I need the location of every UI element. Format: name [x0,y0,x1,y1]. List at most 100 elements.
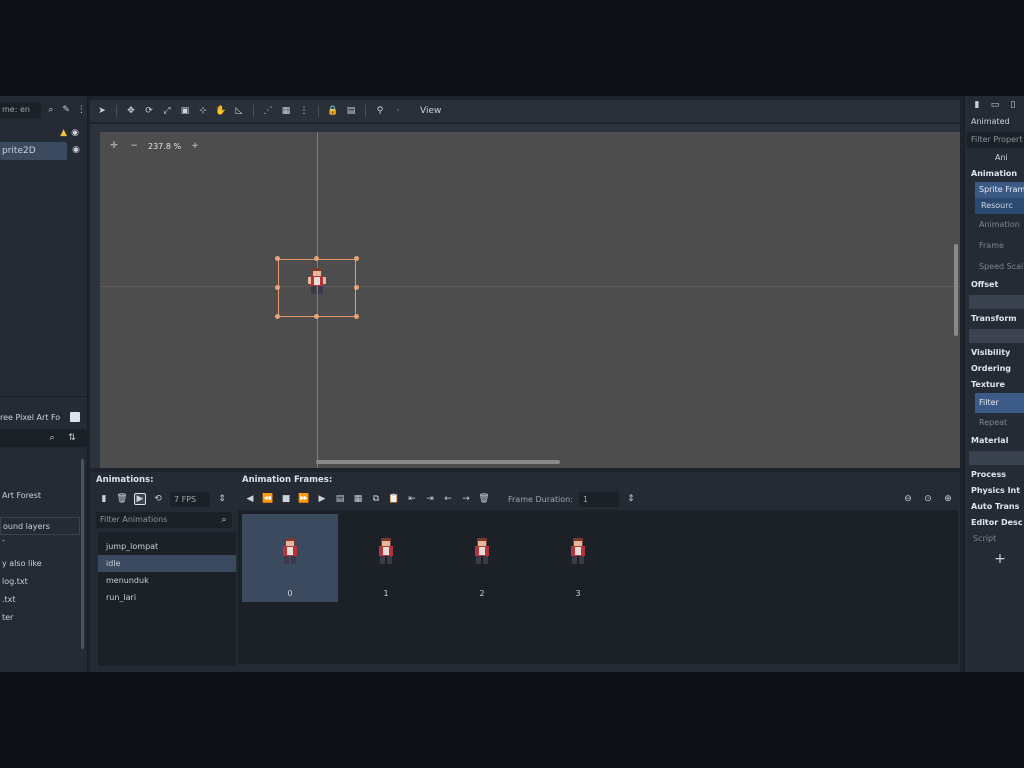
scene-tree-node-animatedsprite2d[interactable]: prite2D [0,142,67,160]
eye-icon[interactable]: ◉ [70,144,82,156]
inspector-section[interactable]: Animation [965,166,1024,182]
animation-item-selected[interactable]: idle [98,555,236,572]
move-right-icon[interactable]: → [460,493,472,505]
new-resource-icon[interactable]: ▮ [971,99,983,111]
play-icon[interactable]: ⏩ [298,493,310,505]
scale-tool-icon[interactable]: ⤢ [161,105,173,117]
inspector-section[interactable]: Process [965,467,1024,483]
animation-filter-input[interactable]: Filter Animations ⌕ [96,512,232,528]
lock-icon[interactable]: 🔒 [327,105,339,117]
inspector-node-label[interactable]: Animated [965,114,1024,130]
inspector-section[interactable]: Editor Desc [965,515,1024,531]
warning-icon[interactable]: ▲ [60,128,67,138]
resize-handle[interactable] [354,314,359,319]
inspector-property[interactable]: Filter [975,393,1024,413]
delete-frame-icon[interactable]: 🗑 [478,493,490,505]
frame-thumbnail[interactable]: 2 [434,514,530,602]
resize-handle[interactable] [275,256,280,261]
more-icon[interactable]: ⋮ [298,105,310,117]
expand-icon[interactable]: ✛ [108,140,120,152]
move-tool-icon[interactable]: ✥ [125,105,137,117]
select-tool-icon[interactable]: ➤ [96,105,108,117]
autoplay-icon[interactable]: ▶ [134,493,146,505]
inspector-property[interactable]: Frame [965,235,1024,256]
inspector-filter-input[interactable]: Filter Propert [967,132,1024,148]
frame-thumbnail-selected[interactable]: 0 [242,514,338,602]
zoom-reset-icon[interactable]: ⊙ [922,493,934,505]
filesystem-item[interactable]: - [0,535,88,547]
pivot-tool-icon[interactable]: ⊹ [197,105,209,117]
paste-icon[interactable]: 📋 [388,493,400,505]
animation-item[interactable]: menunduk [98,572,236,589]
load-sheet-icon[interactable]: ▦ [352,493,364,505]
inspector-subsection[interactable]: Resourc [975,198,1024,214]
save-icon[interactable]: ▯ [1007,99,1019,111]
view-menu[interactable]: View [420,106,441,116]
resize-handle[interactable] [275,285,280,290]
zoom-level-label[interactable]: 237.8 % [148,142,181,151]
search-icon[interactable]: ⌕ [46,432,58,444]
inspector-property[interactable]: Speed Scal [965,256,1024,277]
frame-thumbnail[interactable]: 3 [530,514,626,602]
menu-dots-icon[interactable]: ⋮ [76,104,87,116]
character-sprite[interactable] [304,264,330,298]
filesystem-scrollbar[interactable] [81,459,84,649]
inspector-property[interactable]: Sprite Fram [975,182,1024,198]
loop-icon[interactable]: ⟲ [152,493,164,505]
insert-after-icon[interactable]: ⇥ [424,493,436,505]
resize-handle[interactable] [354,256,359,261]
inspector-section[interactable]: Visibility [965,345,1024,361]
zoom-in-button[interactable]: + [189,140,201,152]
script-icon[interactable]: ✎ [61,104,72,116]
spinner-icon[interactable]: ⇕ [216,493,228,505]
inspector-section[interactable]: Auto Trans [965,499,1024,515]
zoom-out-button[interactable]: − [128,140,140,152]
play-backwards-from-end-icon[interactable]: ◀ [244,493,256,505]
zoom-out-icon[interactable]: ⊖ [902,493,914,505]
zoom-in-icon[interactable]: ⊕ [942,493,954,505]
add-metadata-button[interactable]: + [965,551,1024,567]
sort-icon[interactable]: ⇅ [66,432,78,444]
eye-icon[interactable]: ◉ [69,127,81,139]
resize-handle[interactable] [314,256,319,261]
inspector-property[interactable]: Animation [965,214,1024,235]
inspector-property[interactable]: Repeat [965,413,1024,433]
load-frames-icon[interactable]: ▤ [334,493,346,505]
stop-icon[interactable]: ■ [280,493,292,505]
inspector-section[interactable]: Physics Int [965,483,1024,499]
filesystem-item[interactable]: Art Forest [0,487,88,505]
toggle-icon[interactable] [70,412,80,422]
inspector-field[interactable] [969,451,1024,465]
resize-handle[interactable] [275,314,280,319]
ruler-tool-icon[interactable]: ◺ [233,105,245,117]
scene-filter-input[interactable]: me: en [0,102,42,118]
move-left-icon[interactable]: ← [442,493,454,505]
play-backwards-icon[interactable]: ⏪ [262,493,274,505]
filesystem-path[interactable]: ree Pixel Art Fo [0,409,80,425]
inspector-field[interactable] [969,329,1024,343]
resize-handle[interactable] [314,314,319,319]
bone-icon[interactable]: ⚲ [374,105,386,117]
spinner-icon[interactable]: ⇕ [625,493,637,505]
filesystem-item[interactable]: ter [0,609,88,627]
filesystem-item[interactable]: .txt [0,591,88,609]
filesystem-item[interactable]: ound layers [0,517,80,535]
open-icon[interactable]: ▭ [989,99,1001,111]
inspector-section[interactable]: Offset [965,277,1024,293]
frame-thumbnail[interactable]: 1 [338,514,434,602]
animation-item[interactable]: jump_lompat [98,538,236,555]
group-icon[interactable]: ▤ [345,105,357,117]
filesystem-item[interactable]: log.txt [0,573,88,591]
animation-item[interactable]: run_lari [98,589,236,606]
inspector-field[interactable] [969,295,1024,309]
play-from-start-icon[interactable]: ▶ [316,493,328,505]
scene-tree-root[interactable]: ▲ ◉ [0,124,87,142]
filesystem-item[interactable]: y also like [0,555,88,573]
inspector-section[interactable]: Texture [965,377,1024,393]
selectable-tool-icon[interactable]: ▣ [179,105,191,117]
viewport-horizontal-scrollbar[interactable] [316,460,560,464]
copy-icon[interactable]: ⧉ [370,493,382,505]
insert-before-icon[interactable]: ⇤ [406,493,418,505]
rotate-tool-icon[interactable]: ⟳ [143,105,155,117]
grid-icon[interactable]: ▦ [280,105,292,117]
